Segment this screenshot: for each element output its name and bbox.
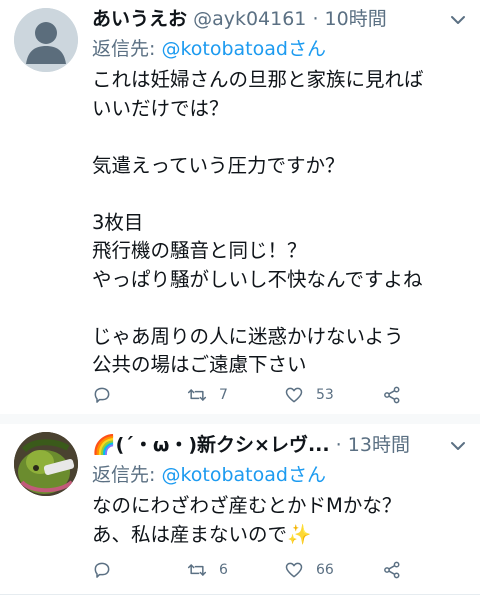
retweet-count: 7: [219, 387, 228, 403]
heart-icon: [285, 387, 303, 403]
reply-mention-suffix: さん: [287, 38, 326, 60]
retweet-button[interactable]: 7: [187, 383, 228, 407]
display-name[interactable]: あいうえお: [92, 8, 187, 30]
default-profile-icon: [14, 8, 78, 72]
timestamp[interactable]: 10時間: [325, 8, 387, 30]
reply-button[interactable]: [92, 383, 112, 407]
reply-icon: [94, 387, 110, 403]
display-name[interactable]: 🌈(´・ω・)新クシ×レヴ...: [92, 434, 330, 456]
tweet-divider: [0, 414, 480, 424]
tweet-2[interactable]: 🌈(´・ω・)新クシ×レヴ... · 13時間 返信先: @kotobatoad…: [0, 424, 480, 596]
retweet-icon: [187, 564, 207, 576]
tweet-text: これは妊婦さんの旦那と家族に見れば いいだけでは？ 気遣えっていう圧力ですか？ …: [92, 68, 424, 376]
separator-dot: ·: [335, 434, 342, 456]
tweet-1[interactable]: あいうえお @ayk04161 · 10時間 返信先: @kotobatoadさ…: [0, 0, 480, 414]
chevron-down-icon[interactable]: [448, 436, 468, 456]
share-button[interactable]: [382, 383, 402, 407]
retweet-count: 6: [219, 562, 228, 578]
reply-to-line: 返信先: @kotobatoadさん: [92, 36, 326, 62]
reply-mention-suffix: さん: [287, 464, 326, 486]
reply-mention-link[interactable]: @kotobatoad: [161, 38, 288, 60]
timestamp[interactable]: 13時間: [348, 434, 410, 456]
bottom-divider: [0, 594, 480, 595]
reply-icon: [94, 562, 110, 578]
like-button[interactable]: 66: [284, 558, 334, 582]
reply-to-prefix: 返信先:: [92, 464, 162, 486]
share-icon: [384, 561, 400, 579]
default-avatar[interactable]: [14, 8, 78, 72]
user-handle[interactable]: @ayk04161: [193, 8, 306, 30]
reply-to-prefix: 返信先:: [92, 38, 162, 60]
tweet-header: 🌈(´・ω・)新クシ×レヴ... · 13時間: [92, 432, 410, 458]
avatar[interactable]: [14, 432, 78, 496]
action-bar: 7 53: [92, 383, 472, 407]
like-button[interactable]: 53: [284, 383, 334, 407]
character-avatar-image: [14, 432, 78, 496]
like-count: 53: [316, 387, 334, 403]
reply-mention-link[interactable]: @kotobatoad: [161, 464, 288, 486]
share-button[interactable]: [382, 558, 402, 582]
share-icon: [384, 386, 400, 404]
tweet-header: あいうえお @ayk04161 · 10時間: [92, 6, 387, 32]
chevron-down-icon[interactable]: [448, 10, 468, 30]
retweet-button[interactable]: 6: [187, 558, 228, 582]
separator-dot: ·: [312, 8, 319, 30]
reply-to-line: 返信先: @kotobatoadさん: [92, 462, 326, 488]
tweet-text: なのにわざわざ産むとかドMかな？ あ、私は産まないので✨: [92, 494, 402, 546]
retweet-icon: [187, 389, 207, 401]
action-bar: 6 66: [92, 558, 472, 582]
reply-button[interactable]: [92, 558, 112, 582]
heart-icon: [285, 562, 303, 578]
like-count: 66: [316, 562, 334, 578]
